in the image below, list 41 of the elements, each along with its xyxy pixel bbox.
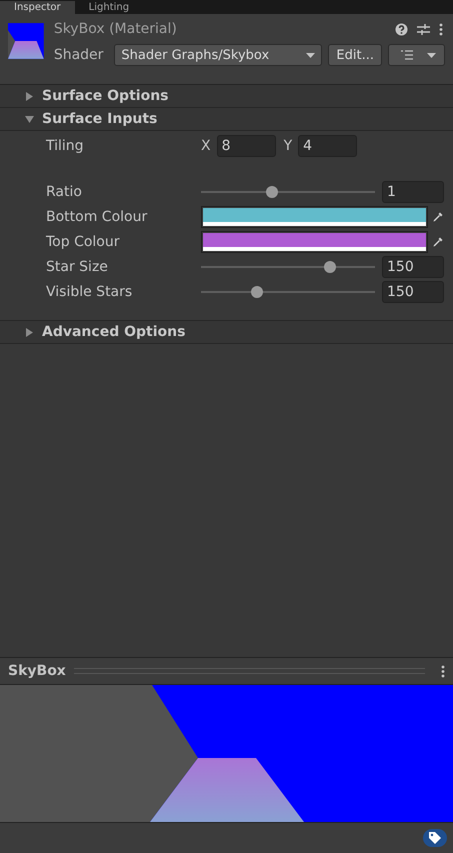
settings-icon[interactable]	[417, 22, 430, 36]
property-label: Ratio	[45, 184, 83, 200]
axis-label: X	[201, 138, 211, 154]
triangle-icon	[25, 114, 34, 124]
eyedropper-icon[interactable]	[432, 210, 444, 222]
edit-button[interactable]: Edit...	[328, 44, 382, 66]
tag-icon	[428, 831, 442, 845]
number-field[interactable]: 150	[382, 280, 444, 302]
more-icon[interactable]	[439, 22, 443, 36]
triangle-icon	[25, 92, 34, 100]
number-field[interactable]: 1	[382, 180, 444, 202]
help-icon[interactable]	[395, 22, 408, 36]
list-icon	[401, 50, 415, 60]
editor-tab[interactable]: Inspector	[0, 1, 75, 14]
preview-title: SkyBox	[8, 663, 66, 679]
asset-label-button[interactable]	[423, 829, 447, 847]
color-field[interactable]	[201, 206, 428, 228]
color-field[interactable]	[201, 230, 428, 252]
number-field[interactable]: 4	[298, 134, 358, 156]
property-label: Top Colour	[45, 234, 120, 250]
shader-dropdown[interactable]: Shader Graphs/Skybox	[114, 44, 322, 66]
number-field[interactable]: 8	[216, 134, 276, 156]
more-icon[interactable]	[441, 664, 445, 678]
material-title: SkyBox (Material)	[54, 21, 177, 37]
axis-label: Y	[284, 138, 292, 154]
shader-label: Shader	[52, 47, 104, 63]
property-label: Tiling	[45, 138, 85, 154]
property-label: Bottom Colour	[45, 208, 148, 224]
caret-icon	[427, 52, 436, 58]
slider[interactable]	[201, 284, 375, 298]
number-field[interactable]: 150	[382, 256, 444, 278]
eyedropper-icon[interactable]	[432, 236, 444, 248]
triangle-icon	[25, 328, 34, 336]
property-label: Star Size	[45, 258, 109, 274]
slider[interactable]	[201, 260, 375, 274]
list-menu-button[interactable]	[388, 44, 445, 66]
property-label: Visible Stars	[45, 284, 134, 300]
slider[interactable]	[201, 184, 375, 198]
material-thumbnail-icon	[8, 21, 44, 61]
editor-tab[interactable]: Lighting	[74, 1, 144, 14]
caret-icon	[306, 52, 316, 58]
